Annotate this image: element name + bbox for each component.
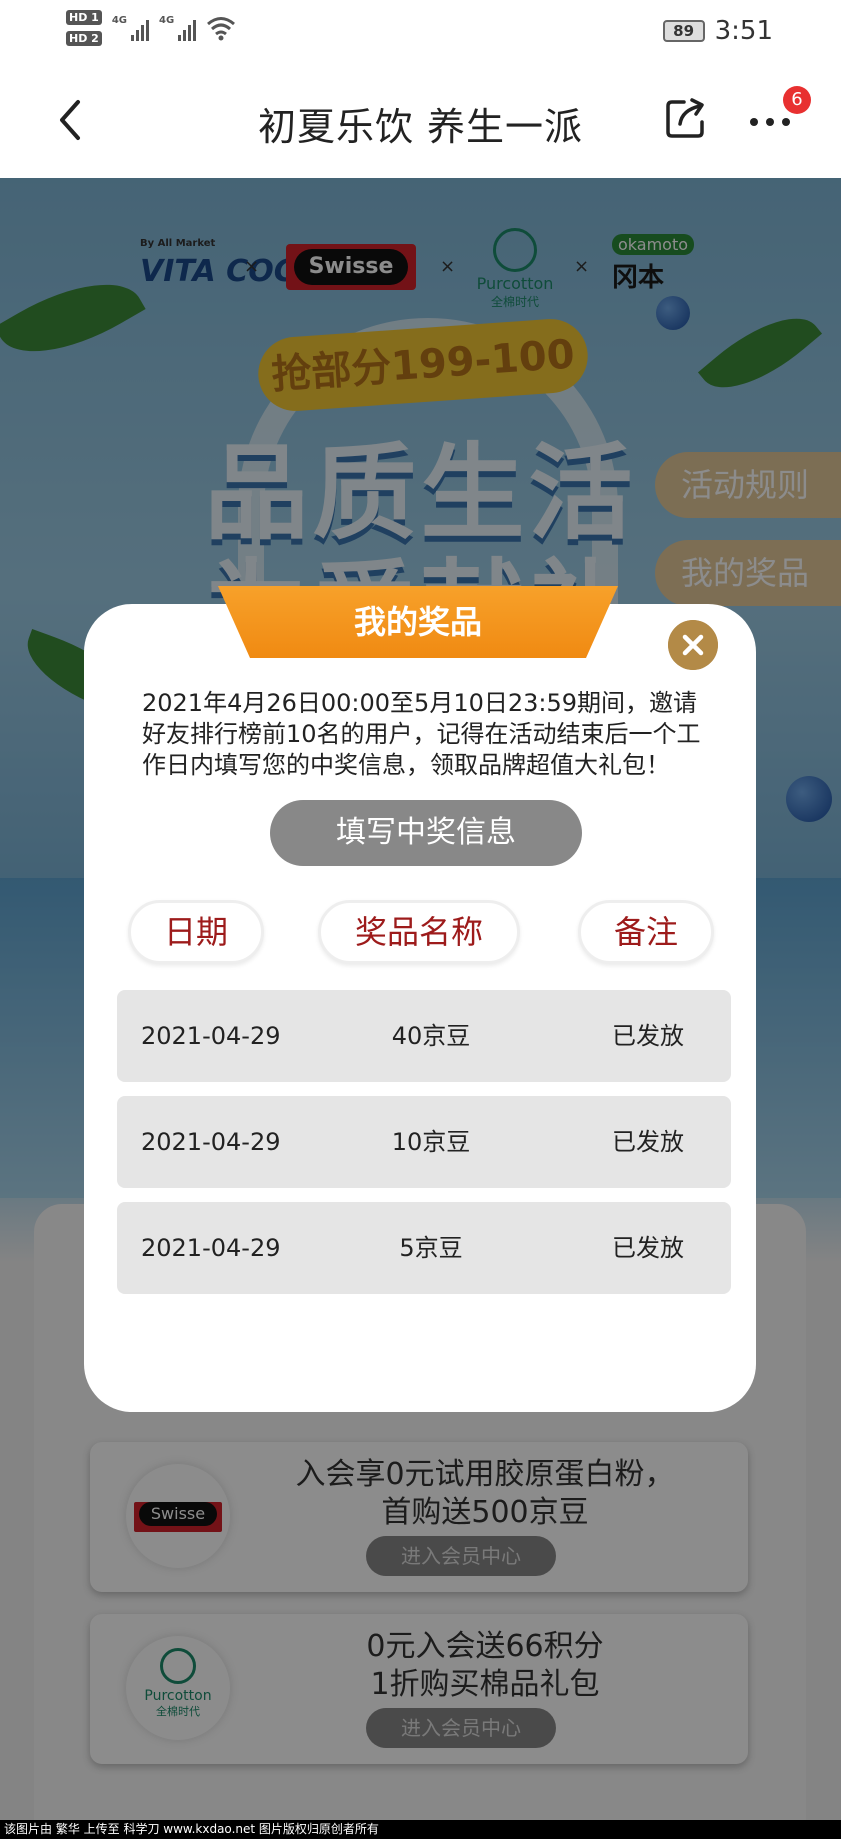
network-1-label: 4G [111,15,127,26]
row-note: 已发放 [612,1234,684,1262]
header-prize-name: 奖品名称 [318,900,520,964]
my-prizes-modal: 我的奖品 2021年4月26日00:00至5月10日23:59期间，邀请好友排行… [84,586,756,1412]
fill-prize-info-button[interactable]: 填写中奖信息 [270,800,582,866]
row-prize: 10京豆 [391,1128,471,1156]
notification-badge: 6 [783,86,811,114]
clock: 3:51 [714,16,773,46]
header-date: 日期 [128,900,264,964]
row-prize: 40京豆 [391,1022,471,1050]
close-icon[interactable] [668,620,718,670]
more-icon[interactable] [748,116,792,128]
hd2-badge: HD 2 [66,31,102,46]
row-date: 2021-04-29 [141,1234,281,1262]
row-note: 已发放 [612,1128,684,1156]
wifi-icon [207,17,236,41]
row-date: 2021-04-29 [141,1022,281,1050]
battery-icon: 89 [662,20,705,42]
signal-2-icon: 4G [159,15,197,41]
nav-bar: 初夏乐饮 养生一派 6 [0,62,841,178]
share-icon[interactable] [664,96,708,140]
table-row: 2021-04-29 10京豆 已发放 [117,1096,731,1188]
network-2-label: 4G [159,15,175,26]
table-row: 2021-04-29 5京豆 已发放 [117,1202,731,1294]
status-bar: HD 1 HD 2 4G 4G 89 3:51 [0,0,841,62]
signal-1-icon: 4G [112,15,149,41]
status-right: 89 3:51 [662,16,773,46]
row-prize: 5京豆 [399,1234,463,1262]
row-note: 已发放 [612,1022,684,1050]
hd1-badge: HD 1 [66,10,102,25]
hd-indicators: HD 1 HD 2 [66,10,102,46]
row-date: 2021-04-29 [141,1128,281,1156]
network-indicators: HD 1 HD 2 4G 4G [66,10,236,46]
watermark-footer: 该图片由 繁华 上传至 科学刀 www.kxdao.net 图片版权归原创者所有 [0,1820,841,1839]
modal-title: 我的奖品 [353,603,482,641]
modal-description: 2021年4月26日00:00至5月10日23:59期间，邀请好友排行榜前10名… [142,689,701,779]
page-title: 初夏乐饮 养生一派 [257,105,584,149]
header-note: 备注 [578,900,714,964]
table-row: 2021-04-29 40京豆 已发放 [117,990,731,1082]
